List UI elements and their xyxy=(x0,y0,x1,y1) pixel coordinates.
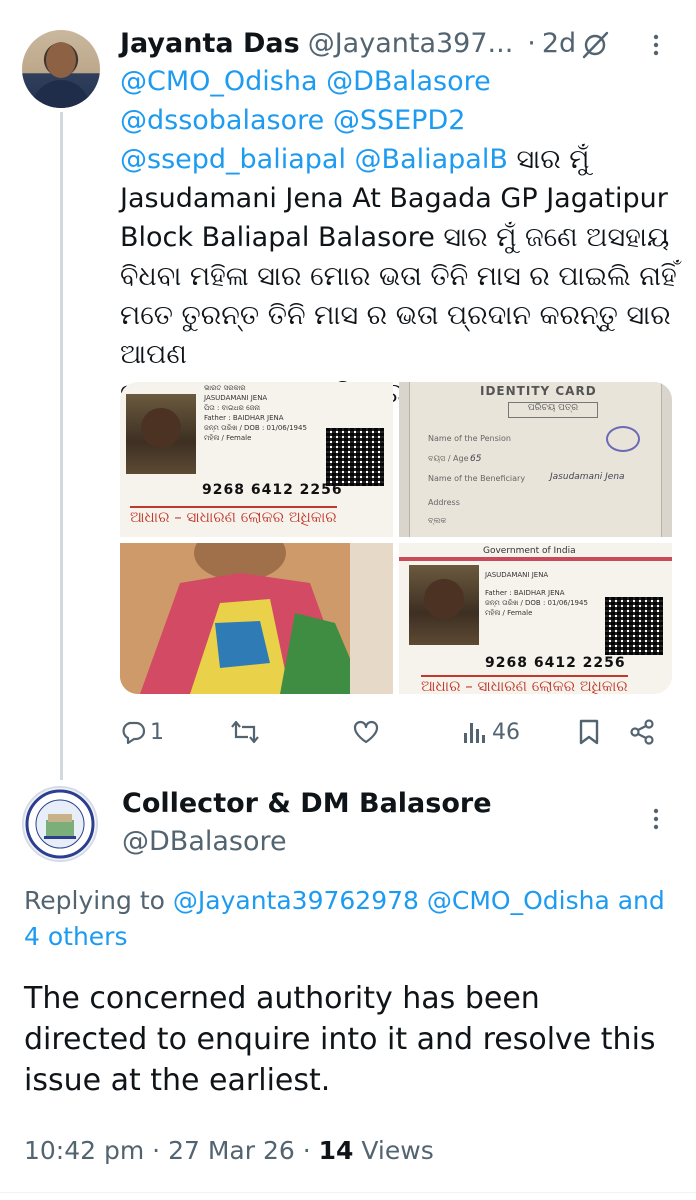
card-dob: ଜନ୍ମ ତାରିଖ / DOB : 01/06/1945 xyxy=(204,424,307,432)
more-icon[interactable] xyxy=(648,30,664,60)
card-photo xyxy=(409,565,479,645)
card-number: 9268 6412 2256 xyxy=(202,482,343,498)
tweet-media-grid: ଭାରତ ସରକାର JASUDAMANI JENA ପିତା : ବାଇଧର … xyxy=(120,382,672,694)
views-button[interactable]: 46 xyxy=(462,712,520,752)
tweet[interactable]: Jayanta Das @Jayanta397... · 2d @CMO_Odi… xyxy=(0,0,696,770)
reply-count: 1 xyxy=(150,719,164,745)
separator-dot: · xyxy=(527,27,536,59)
reply-author-name[interactable]: Collector & DM Balasore xyxy=(122,788,492,819)
media-image-identity-card[interactable]: IDENTITY CARD ପରିଚୟ ପତ୍ର Name of the Pen… xyxy=(399,382,672,537)
reply-author-avatar[interactable] xyxy=(22,786,98,862)
card-qr-code xyxy=(605,597,663,655)
tweet-line-7: ମତେ ତୁରନ୍ତ ତିନି ମାସ ର ଭତା ପ୍ରଦାନ କରନ୍ତୁ … xyxy=(120,300,671,370)
reply-views-label: Views xyxy=(361,1136,434,1165)
author-handle[interactable]: @Jayanta397... xyxy=(308,28,514,59)
identity-card-row: Address xyxy=(428,498,460,507)
views-icon xyxy=(464,723,485,743)
card-gender: ମହିଳା / Female xyxy=(485,609,533,617)
card-header: Government of India xyxy=(483,546,576,556)
replying-prefix: Replying to xyxy=(24,886,165,915)
avatar-shoulders xyxy=(32,80,90,108)
identity-card-title: IDENTITY CARD xyxy=(480,384,597,398)
reply-icon xyxy=(122,721,146,745)
more-icon[interactable] xyxy=(648,804,664,834)
views-count: 46 xyxy=(492,719,520,745)
media-image-woman-photo[interactable] xyxy=(120,543,393,694)
card-gender: ମହିଳା / Female xyxy=(204,434,252,442)
mention-link[interactable]: @BaliapalB xyxy=(355,144,508,175)
tweet-line-4: Jasudamani Jena At Bagada GP Jagatipur xyxy=(120,183,668,214)
share-button[interactable] xyxy=(628,712,656,752)
card-father: Father : BAIDHAR JENA xyxy=(485,589,565,597)
card-number: 9268 6412 2256 xyxy=(485,655,626,671)
tweet-line-3-rest: ସାର ମୁଁ xyxy=(516,144,590,175)
reply-views-count: 14 xyxy=(318,1136,354,1165)
card-qr-code xyxy=(326,428,384,486)
like-button[interactable] xyxy=(352,712,380,752)
tweet-line-5: Block Baliapal Balasore ସାର ମୁଁ ଜଣେ ଅସହା… xyxy=(120,222,670,253)
replying-to-line: Replying to @Jayanta39762978 @CMO_Odisha… xyxy=(24,882,696,920)
saree-illustration xyxy=(120,543,393,694)
separator-dot: · xyxy=(302,1136,311,1165)
card-photo xyxy=(126,394,196,474)
media-image-aadhaar-card[interactable]: ଭାରତ ସରକାର JASUDAMANI JENA ପିତା : ବାଇଧର … xyxy=(120,382,393,537)
tweet-line-2: @dssobalasore @SSEPD2 xyxy=(120,101,680,140)
avatar-head xyxy=(46,42,76,78)
reply-button[interactable]: 1 xyxy=(120,712,164,752)
card-dob: ଜନ୍ମ ତାରିଖ / DOB : 01/06/1945 xyxy=(485,599,588,607)
reply-author-handle[interactable]: @DBalasore xyxy=(122,826,287,857)
share-icon xyxy=(630,719,654,745)
reply-time[interactable]: 10:42 pm xyxy=(24,1136,144,1165)
identity-card-row: ବ୍ଲକ xyxy=(428,516,447,525)
divider xyxy=(0,1192,696,1193)
replying-others-link[interactable]: 4 others xyxy=(24,922,127,951)
card-footer: ଆଧାର – ସାଧାରଣ ଲୋକର ଅଧିକାର xyxy=(421,675,628,694)
tweet-time[interactable]: 2d xyxy=(542,28,576,59)
reply-text: The concerned authority has been directe… xyxy=(24,981,656,1098)
separator-dot: · xyxy=(152,1136,161,1165)
tweet-line-3: @ssepd_baliapal @BaliapalB ସାର ମୁଁ xyxy=(120,140,680,179)
bookmark-icon xyxy=(579,719,599,745)
tweet-action-bar: 1 46 xyxy=(120,712,672,752)
replying-handles-link[interactable]: @Jayanta39762978 @CMO_Odisha and xyxy=(173,886,665,915)
bookmark-button[interactable] xyxy=(578,712,600,752)
identity-card-row: ବୟସ / Age xyxy=(428,454,469,463)
card-name: JASUDAMANI JENA xyxy=(204,394,268,402)
mention-link[interactable]: @DBalasore xyxy=(326,66,491,97)
media-image-aadhaar-card-2[interactable]: Government of India JASUDAMANI JENA Fath… xyxy=(399,543,672,694)
reply-date[interactable]: 27 Mar 26 xyxy=(168,1136,295,1165)
card-footer: ଆଧାର – ସାଧାରଣ ଲୋକର ଅଧିକାର xyxy=(130,506,337,526)
identity-card-handwritten-name: Jasudamani Jena xyxy=(550,472,625,482)
card-father: Father : BAIDHAR JENA xyxy=(204,414,284,422)
card-header: ଭାରତ ସରକାର xyxy=(204,384,246,392)
district-administration-logo xyxy=(25,789,95,859)
mention-link[interactable]: @SSEPD2 xyxy=(333,105,466,136)
tweet-text: @CMO_Odisha @DBalasore @dssobalasore @SS… xyxy=(120,62,680,413)
identity-card-subtitle: ପରିଚୟ ପତ୍ର xyxy=(508,402,598,418)
author-avatar[interactable] xyxy=(22,30,100,108)
mention-link[interactable]: @CMO_Odisha xyxy=(120,66,318,97)
card-relation: ପିତା : ବାଇଧର ଜେନା xyxy=(204,404,261,412)
author-name[interactable]: Jayanta Das xyxy=(120,28,300,59)
reply-meta: 10:42 pm · 27 Mar 26 · 14 Views xyxy=(24,1136,434,1165)
retweet-button[interactable] xyxy=(230,712,260,752)
mention-link[interactable]: @ssepd_baliapal xyxy=(120,144,346,175)
tweet-line-6: ବିଧବା ମହିଳା ସାର ମୋର ଭତା ତିନି ମାସ ର ପାଇଲି… xyxy=(120,261,677,292)
grok-icon[interactable] xyxy=(580,30,610,60)
tweet-header: Jayanta Das @Jayanta397... · 2d xyxy=(120,24,576,62)
identity-card: IDENTITY CARD ପରିଚୟ ପତ୍ର Name of the Pen… xyxy=(409,382,662,537)
identity-card-row: Name of the Pension xyxy=(428,434,511,443)
identity-card-stamp xyxy=(606,426,640,452)
retweet-icon xyxy=(231,720,259,744)
like-icon xyxy=(353,720,379,744)
tweet-line-1: @CMO_Odisha @DBalasore xyxy=(120,62,680,101)
card-name: JASUDAMANI JENA xyxy=(485,571,549,579)
identity-card-age: 65 xyxy=(470,454,482,464)
mention-link[interactable]: @dssobalasore xyxy=(120,105,324,136)
card-band xyxy=(399,557,672,561)
identity-card-row: Name of the Beneficiary xyxy=(428,474,526,483)
